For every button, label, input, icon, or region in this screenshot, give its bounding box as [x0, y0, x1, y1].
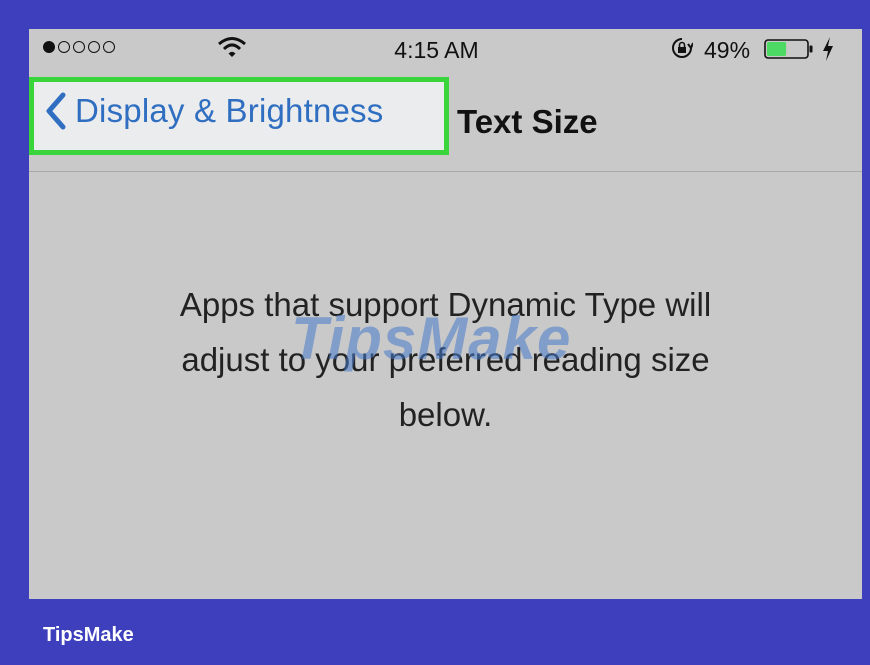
battery-percent: 49% — [704, 37, 751, 63]
battery-icon — [764, 39, 813, 59]
back-button-label: Display & Brightness — [75, 92, 384, 129]
rotation-lock-icon — [672, 38, 693, 58]
page-title: Text Size — [457, 103, 598, 140]
status-bar: 4:15 AM 49% — [29, 29, 862, 69]
image-frame: 4:15 AM 49% Display & Brightness Text Si… — [0, 0, 870, 665]
description-line: below. — [398, 396, 493, 433]
back-button[interactable]: Display & Brightness — [43, 91, 383, 131]
footer-brand: TipsMake — [43, 624, 134, 646]
charging-bolt-icon — [823, 37, 833, 61]
watermark-logo: TipsMake — [291, 305, 572, 372]
phone-screen: 4:15 AM 49% Display & Brightness Text Si… — [29, 29, 862, 599]
navigation-bar: Display & Brightness Text Size — [29, 69, 862, 172]
chevron-left-icon — [46, 92, 66, 130]
